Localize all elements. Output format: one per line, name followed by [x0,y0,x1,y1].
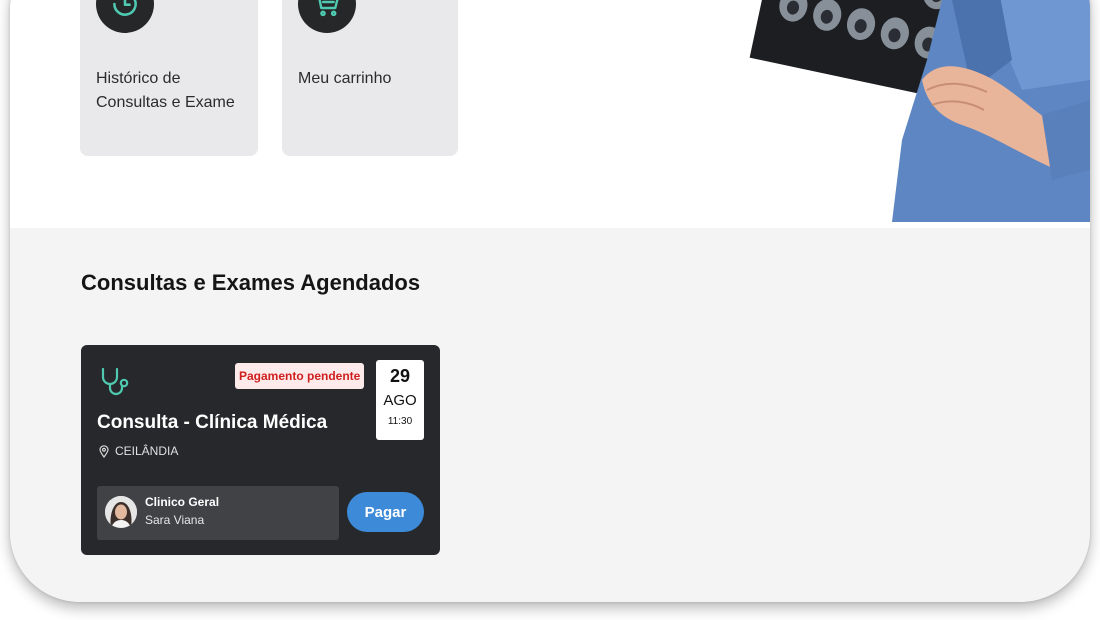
location: CEILÂNDIA [99,444,178,458]
date-time: 11:30 [387,416,413,427]
doctor-xray-photo [722,0,1090,222]
pay-button[interactable]: Pagar [347,492,424,532]
shortcut-cart-label: Meu carrinho [298,70,392,87]
appointment-title: Consulta - Clínica Médica [97,412,328,433]
date-box: 29 AGO 11:30 [376,360,424,440]
section-title: Consultas e Exames Agendados [81,270,421,295]
shortcut-cart-card[interactable]: Meu carrinho [282,0,458,156]
location-text: CEILÂNDIA [115,444,179,458]
shortcuts-area: Histórico de Consultas e Exame Meu carri… [10,0,1090,228]
shopping-cart-icon [298,0,356,33]
location-pin-icon [99,444,109,458]
avatar [105,496,137,528]
date-day: 29 [389,366,411,386]
shortcut-history-card[interactable]: Histórico de Consultas e Exame [80,0,258,156]
stethoscope-icon [101,367,129,396]
history-clock-icon [96,0,154,33]
doctor-info: Clinico Geral Sara Viana [97,486,339,540]
appointment-card[interactable]: Pagamento pendente 29 AGO 11:30 Consulta… [81,345,440,555]
doctor-specialty: Clinico Geral [145,495,220,509]
date-month: AGO [383,392,417,409]
shortcut-history-label: Histórico de Consultas e Exame [96,70,235,111]
doctor-name: Sara Viana [145,513,205,527]
status-badge: Pagamento pendente [235,363,365,389]
app-screen: Histórico de Consultas e Exame Meu carri… [10,0,1090,602]
scheduled-section: Consultas e Exames Agendados Pagamento p… [10,228,1090,602]
